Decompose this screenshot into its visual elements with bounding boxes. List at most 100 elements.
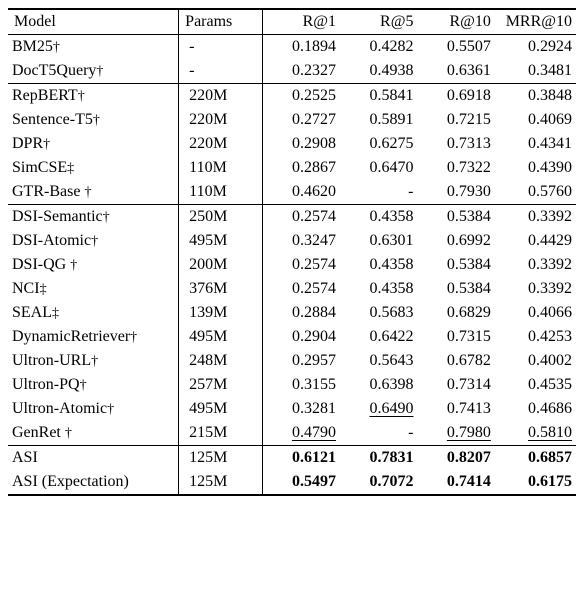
metric-r5: 0.6490 xyxy=(340,397,417,421)
model-name: SimCSE‡ xyxy=(8,156,179,180)
model-name: BM25† xyxy=(8,35,179,60)
table-row: ASI (Expectation)125M0.54970.70720.74140… xyxy=(8,470,576,495)
metric-r5: 0.7072 xyxy=(340,470,417,495)
metric-value: 0.5384 xyxy=(447,208,491,225)
metric-r10: 0.6918 xyxy=(417,84,494,109)
params-value: 139M xyxy=(179,301,262,325)
metric-r1: 0.2574 xyxy=(262,277,340,301)
metric-value: 0.3155 xyxy=(292,376,336,393)
metric-value: 0.5683 xyxy=(369,304,413,321)
params-value: 257M xyxy=(179,373,262,397)
params-value: 376M xyxy=(179,277,262,301)
model-name: DSI-Atomic† xyxy=(8,229,179,253)
metric-mrr10: 0.3481 xyxy=(495,59,576,84)
metric-r1: 0.3281 xyxy=(262,397,340,421)
metric-mrr10: 0.5760 xyxy=(495,180,576,205)
metric-r10: 0.5384 xyxy=(417,277,494,301)
table-row: DocT5Query†-0.23270.49380.63610.3481 xyxy=(8,59,576,84)
metric-r5: 0.5683 xyxy=(340,301,417,325)
dagger-icon: † xyxy=(130,330,137,345)
dagger-icon: † xyxy=(80,378,87,393)
table-row: BM25†-0.18940.42820.55070.2924 xyxy=(8,35,576,60)
metric-mrr10: 0.6857 xyxy=(495,446,576,471)
metric-value: 0.7414 xyxy=(447,473,491,490)
metric-value: 0.4938 xyxy=(369,62,413,79)
metric-mrr10: 0.4341 xyxy=(495,132,576,156)
metric-mrr10: 0.3392 xyxy=(495,253,576,277)
dagger-icon: † xyxy=(53,40,60,55)
metric-value: 0.4002 xyxy=(528,352,572,369)
metric-value: 0.4066 xyxy=(528,304,572,321)
params-value: 220M xyxy=(179,84,262,109)
params-value: 110M xyxy=(179,156,262,180)
metric-r10: 0.7314 xyxy=(417,373,494,397)
metric-value: 0.2908 xyxy=(292,135,336,152)
params-value: 495M xyxy=(179,229,262,253)
metric-value: 0.4390 xyxy=(528,159,572,176)
metric-mrr10: 0.4390 xyxy=(495,156,576,180)
metric-mrr10: 0.2924 xyxy=(495,35,576,60)
metric-r5: 0.6422 xyxy=(340,325,417,349)
metric-r10: 0.7930 xyxy=(417,180,494,205)
metric-value: - xyxy=(408,424,413,441)
dagger-icon: † xyxy=(96,64,103,79)
metric-value: 0.7072 xyxy=(369,473,413,490)
dagger-icon: † xyxy=(43,137,50,152)
metric-r5: 0.5841 xyxy=(340,84,417,109)
table-row: GenRet †215M0.4790-0.79800.5810 xyxy=(8,421,576,446)
double-dagger-icon: ‡ xyxy=(67,161,74,176)
metric-value: 0.5810 xyxy=(528,424,572,441)
metric-value: 0.4686 xyxy=(528,400,572,417)
params-value: 495M xyxy=(179,397,262,421)
metric-value: 0.5497 xyxy=(292,473,336,490)
metric-value: 0.4358 xyxy=(369,208,413,225)
params-value: 220M xyxy=(179,132,262,156)
table-row: NCI‡376M0.25740.43580.53840.3392 xyxy=(8,277,576,301)
metric-value: 0.3392 xyxy=(528,280,572,297)
model-name: Sentence-T5† xyxy=(8,108,179,132)
model-name: ASI (Expectation) xyxy=(8,470,179,495)
params-value: 125M xyxy=(179,446,262,471)
metric-mrr10: 0.4686 xyxy=(495,397,576,421)
metric-r1: 0.2327 xyxy=(262,59,340,84)
metric-value: 0.5760 xyxy=(528,183,572,200)
model-name: DSI-QG † xyxy=(8,253,179,277)
dagger-icon: † xyxy=(84,185,91,200)
metric-r1: 0.6121 xyxy=(262,446,340,471)
metric-value: - xyxy=(408,183,413,200)
metric-r1: 0.3155 xyxy=(262,373,340,397)
metric-value: 0.6918 xyxy=(447,87,491,104)
metric-value: 0.2957 xyxy=(292,352,336,369)
metric-r1: 0.4790 xyxy=(262,421,340,446)
dagger-icon: † xyxy=(93,113,100,128)
metric-value: 0.3481 xyxy=(528,62,572,79)
params-value: 250M xyxy=(179,205,262,230)
metric-r5: 0.4938 xyxy=(340,59,417,84)
metric-mrr10: 0.5810 xyxy=(495,421,576,446)
metric-r10: 0.6782 xyxy=(417,349,494,373)
metric-r10: 0.7414 xyxy=(417,470,494,495)
model-name: Ultron-Atomic† xyxy=(8,397,179,421)
table-row: Sentence-T5†220M0.27270.58910.72150.4069 xyxy=(8,108,576,132)
metric-value: 0.5643 xyxy=(369,352,413,369)
metric-r5: 0.6275 xyxy=(340,132,417,156)
double-dagger-icon: ‡ xyxy=(40,282,47,297)
header-row: Model Params R@1 R@5 R@10 MRR@10 xyxy=(8,9,576,35)
metric-r1: 0.3247 xyxy=(262,229,340,253)
metric-r10: 0.7413 xyxy=(417,397,494,421)
metric-value: 0.5841 xyxy=(369,87,413,104)
metric-r1: 0.2727 xyxy=(262,108,340,132)
metric-r5: 0.5643 xyxy=(340,349,417,373)
model-name: ASI xyxy=(8,446,179,471)
table-row: DSI-QG †200M0.25740.43580.53840.3392 xyxy=(8,253,576,277)
metric-value: 0.6829 xyxy=(447,304,491,321)
model-name: RepBERT† xyxy=(8,84,179,109)
metric-value: 0.5384 xyxy=(447,280,491,297)
metric-r10: 0.6829 xyxy=(417,301,494,325)
model-name: GTR-Base † xyxy=(8,180,179,205)
table-row: SEAL‡139M0.28840.56830.68290.4066 xyxy=(8,301,576,325)
metric-mrr10: 0.6175 xyxy=(495,470,576,495)
metric-value: 0.3848 xyxy=(528,87,572,104)
metric-value: 0.4282 xyxy=(369,38,413,55)
metric-r10: 0.5507 xyxy=(417,35,494,60)
